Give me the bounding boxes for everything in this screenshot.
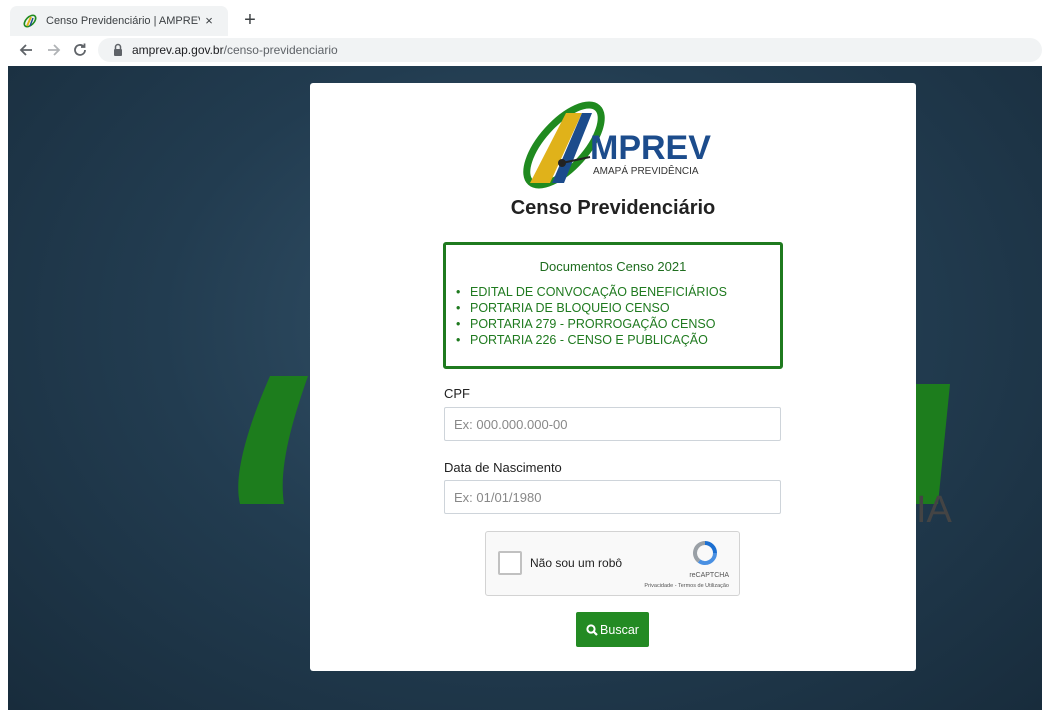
- background-watermark-text: IA: [916, 489, 953, 531]
- censo-card: MPREV AMAPÁ PREVIDÊNCIA Censo Previdenci…: [310, 83, 916, 671]
- back-arrow-icon[interactable]: [16, 40, 36, 60]
- reload-icon[interactable]: [70, 40, 90, 60]
- address-bar[interactable]: amprev.ap.gov.br/censo-previdenciario: [98, 38, 1042, 62]
- forward-arrow-icon[interactable]: [44, 40, 64, 60]
- browser-tab-active[interactable]: Censo Previdenciário | AMPREV ×: [10, 6, 228, 36]
- birth-date-input[interactable]: [444, 480, 781, 514]
- birth-date-label: Data de Nascimento: [444, 460, 562, 475]
- browser-tabstrip: Censo Previdenciário | AMPREV × +: [0, 0, 1046, 36]
- documents-box: Documentos Censo 2021 EDITAL DE CONVOCAÇ…: [443, 242, 783, 369]
- url-path: /censo-previdenciario: [223, 43, 338, 57]
- document-link[interactable]: PORTARIA 279 - PRORROGAÇÃO CENSO: [456, 316, 780, 332]
- new-tab-button[interactable]: +: [238, 9, 262, 33]
- recaptcha-icon: [693, 541, 717, 565]
- logo-subtitle-text: AMAPÁ PREVIDÊNCIA: [593, 164, 699, 177]
- document-link[interactable]: PORTARIA 226 - CENSO E PUBLICAÇÃO: [456, 332, 780, 348]
- logo-brand-text: MPREV: [590, 129, 711, 167]
- search-button[interactable]: Buscar: [576, 612, 649, 647]
- amprev-logo: MPREV AMAPÁ PREVIDÊNCIA: [523, 101, 711, 189]
- cpf-label: CPF: [444, 386, 470, 401]
- recaptcha-label: Não sou um robô: [530, 556, 623, 570]
- url-domain: amprev.ap.gov.br: [132, 43, 224, 57]
- search-icon: [586, 623, 598, 636]
- browser-toolbar: amprev.ap.gov.br/censo-previdenciario: [0, 36, 1046, 64]
- recaptcha-checkbox[interactable]: [498, 551, 522, 575]
- page-viewport: IA MPREV AMAPÁ PREVIDÊNCIA Censo Previde…: [8, 66, 1042, 710]
- lock-icon: [112, 43, 124, 57]
- search-button-label: Buscar: [600, 622, 639, 637]
- page-title: Censo Previdenciário: [510, 197, 716, 219]
- recaptcha-brand: reCAPTCHA: [689, 572, 729, 579]
- documents-title: Documentos Censo 2021: [539, 259, 687, 274]
- cpf-input[interactable]: [444, 407, 781, 441]
- documents-list: EDITAL DE CONVOCAÇÃO BENEFICIÁRIOS PORTA…: [446, 284, 780, 348]
- tab-close-icon[interactable]: ×: [200, 12, 218, 30]
- document-link[interactable]: PORTARIA DE BLOQUEIO CENSO: [456, 300, 780, 316]
- tab-title: Censo Previdenciário | AMPREV: [46, 15, 200, 27]
- document-link[interactable]: EDITAL DE CONVOCAÇÃO BENEFICIÁRIOS: [456, 284, 780, 300]
- amprev-favicon-icon: [22, 13, 38, 29]
- recaptcha-widget: Não sou um robô reCAPTCHA Privacidade - …: [485, 531, 740, 596]
- recaptcha-links[interactable]: Privacidade - Termos de Utilização: [644, 583, 729, 589]
